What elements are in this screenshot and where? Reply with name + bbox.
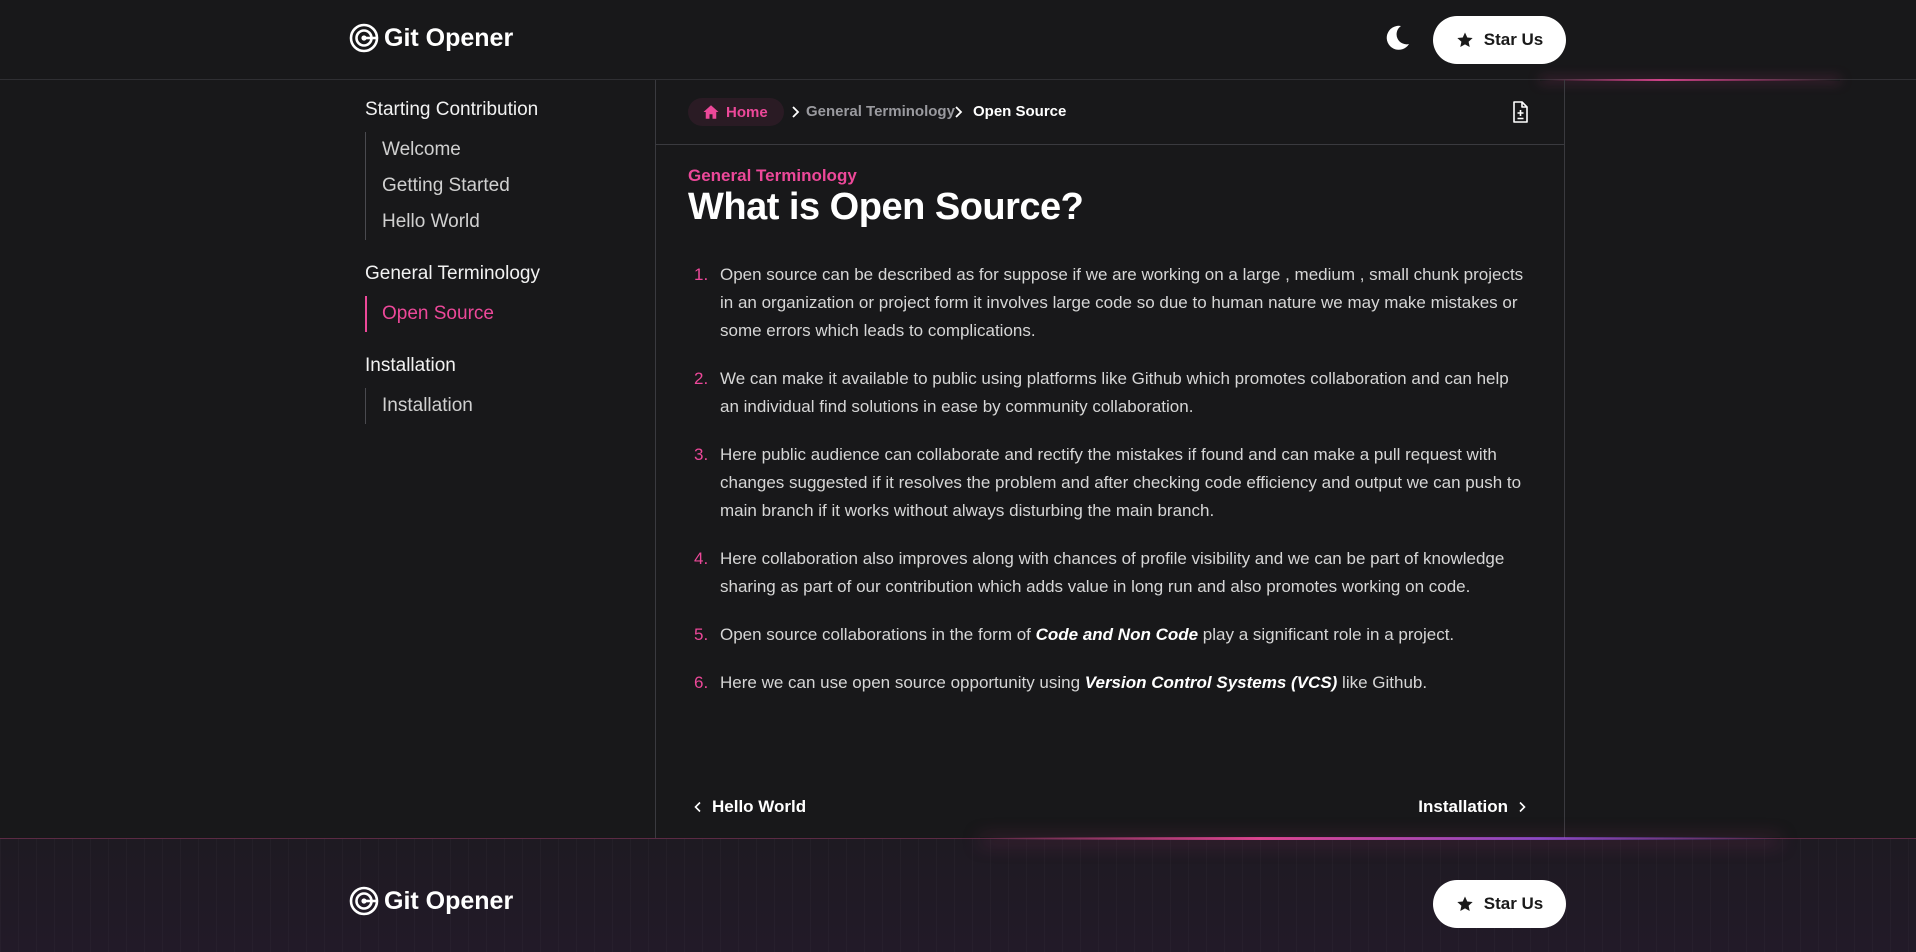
- star-icon: [1457, 32, 1473, 48]
- point-text-segment: Here we can use open source opportunity …: [720, 673, 1085, 692]
- point-text-segment: Here collaboration also improves along w…: [720, 549, 1505, 596]
- git-opener-logo-icon: [349, 886, 379, 916]
- footer-logo-text: Git Opener: [384, 886, 514, 915]
- sidebar-nav: Starting Contribution Welcome Getting St…: [365, 80, 655, 424]
- sidebar-item-welcome[interactable]: Welcome: [366, 132, 655, 168]
- point-text: Here we can use open source opportunity …: [720, 669, 1528, 697]
- emphasis-text: Version Control Systems (VCS): [1084, 673, 1338, 692]
- article-point: 2. We can make it available to public usi…: [688, 365, 1528, 421]
- point-text-segment: Open source can be described as for supp…: [720, 265, 1524, 340]
- article-point: 4. Here collaboration also improves along…: [688, 545, 1528, 601]
- logo-text: Git Opener: [384, 23, 514, 52]
- breadcrumb-general-terminology[interactable]: General Terminology: [806, 103, 955, 121]
- pager-prev-link[interactable]: Hello World: [692, 797, 806, 817]
- moon-icon[interactable]: [1381, 22, 1413, 54]
- sidebar-item-hello-world[interactable]: Hello World: [366, 204, 655, 240]
- breadcrumb-home[interactable]: Home: [688, 98, 784, 126]
- point-text: Open source collaborations in the form o…: [720, 621, 1528, 649]
- sidebar-section-title[interactable]: General Terminology: [365, 262, 655, 286]
- chevron-right-icon: [1519, 801, 1526, 813]
- point-number: 4.: [694, 549, 709, 568]
- sidebar-item-open-source[interactable]: Open Source: [365, 296, 655, 332]
- article-point: 5. Open source collaborations in the form…: [688, 621, 1528, 649]
- emphasis-text: Code and Non Code: [1035, 625, 1199, 644]
- point-text-segment: play a significant role in a project.: [1198, 625, 1455, 644]
- chevron-right-icon: [955, 106, 963, 118]
- point-number: 1.: [694, 265, 709, 284]
- article-point: 6. Here we can use open source opportunit…: [688, 669, 1528, 697]
- article-points-list: 1. Open source can be described as for su…: [688, 261, 1528, 717]
- home-icon: [703, 105, 719, 119]
- header-glow-line: [1540, 79, 1840, 81]
- star-us-button[interactable]: Star Us: [1433, 16, 1566, 64]
- star-icon: [1457, 896, 1473, 912]
- point-number: 3.: [694, 445, 709, 464]
- point-number: 5.: [694, 625, 709, 644]
- pager-next-label: Installation: [1418, 797, 1508, 816]
- article-point: 1. Open source can be described as for su…: [688, 261, 1528, 345]
- site-header: Git Opener Star Us: [0, 0, 1916, 81]
- point-text-segment: Here public audience can collaborate and…: [720, 445, 1522, 520]
- sidebar-section-items: Open Source: [365, 296, 655, 332]
- pager-next-link[interactable]: Installation: [1418, 797, 1528, 817]
- point-text: Here public audience can collaborate and…: [720, 441, 1528, 525]
- footer-star-us-label: Star Us: [1483, 894, 1544, 913]
- article-category: General Terminology: [688, 166, 857, 185]
- point-text: Here collaboration also improves along w…: [720, 545, 1528, 601]
- site-footer: Git Opener Star Us: [0, 837, 1916, 952]
- point-text-segment: Open source collaborations in the form o…: [720, 625, 1036, 644]
- article-point: 3. Here public audience can collaborate a…: [688, 441, 1528, 525]
- point-text-segment: We can make it available to public using…: [720, 369, 1509, 416]
- main-content: Home General Terminology Open Source Gen…: [655, 80, 1565, 838]
- breadcrumb-home-label: Home: [726, 103, 768, 121]
- point-number: 2.: [694, 369, 709, 388]
- sidebar-section-installation: Installation Installation: [365, 354, 655, 424]
- site-logo[interactable]: Git Opener: [348, 22, 513, 54]
- chevron-right-icon: [792, 106, 800, 118]
- footer-glow-line: [980, 837, 1780, 840]
- page-title: What is Open Source?: [688, 186, 1084, 228]
- sidebar-section-starting-contribution: Starting Contribution Welcome Getting St…: [365, 98, 655, 240]
- sidebar-section-title[interactable]: Installation: [365, 354, 655, 378]
- sidebar-item-installation[interactable]: Installation: [366, 388, 655, 424]
- point-text: Open source can be described as for supp…: [720, 261, 1528, 345]
- breadcrumb: Home General Terminology Open Source: [656, 80, 1564, 145]
- footer-star-us-button[interactable]: Star Us: [1433, 880, 1566, 928]
- sidebar-item-getting-started[interactable]: Getting Started: [366, 168, 655, 204]
- sidebar-section-general-terminology: General Terminology Open Source: [365, 262, 655, 332]
- git-opener-logo-icon: [349, 23, 379, 53]
- point-number: 6.: [694, 673, 709, 692]
- sidebar-section-items: Installation: [365, 388, 655, 424]
- star-us-label: Star Us: [1483, 30, 1544, 49]
- chevron-left-icon: [694, 801, 701, 813]
- point-text: We can make it available to public using…: [720, 365, 1528, 421]
- breadcrumb-current: Open Source: [973, 103, 1067, 120]
- point-text-segment: like Github.: [1337, 673, 1428, 692]
- edit-document-icon[interactable]: [1508, 100, 1532, 124]
- sidebar-section-title[interactable]: Starting Contribution: [365, 98, 655, 122]
- sidebar-section-items: Welcome Getting Started Hello World: [365, 132, 655, 240]
- pager-prev-label: Hello World: [712, 797, 807, 816]
- footer-logo[interactable]: Git Opener: [348, 885, 513, 917]
